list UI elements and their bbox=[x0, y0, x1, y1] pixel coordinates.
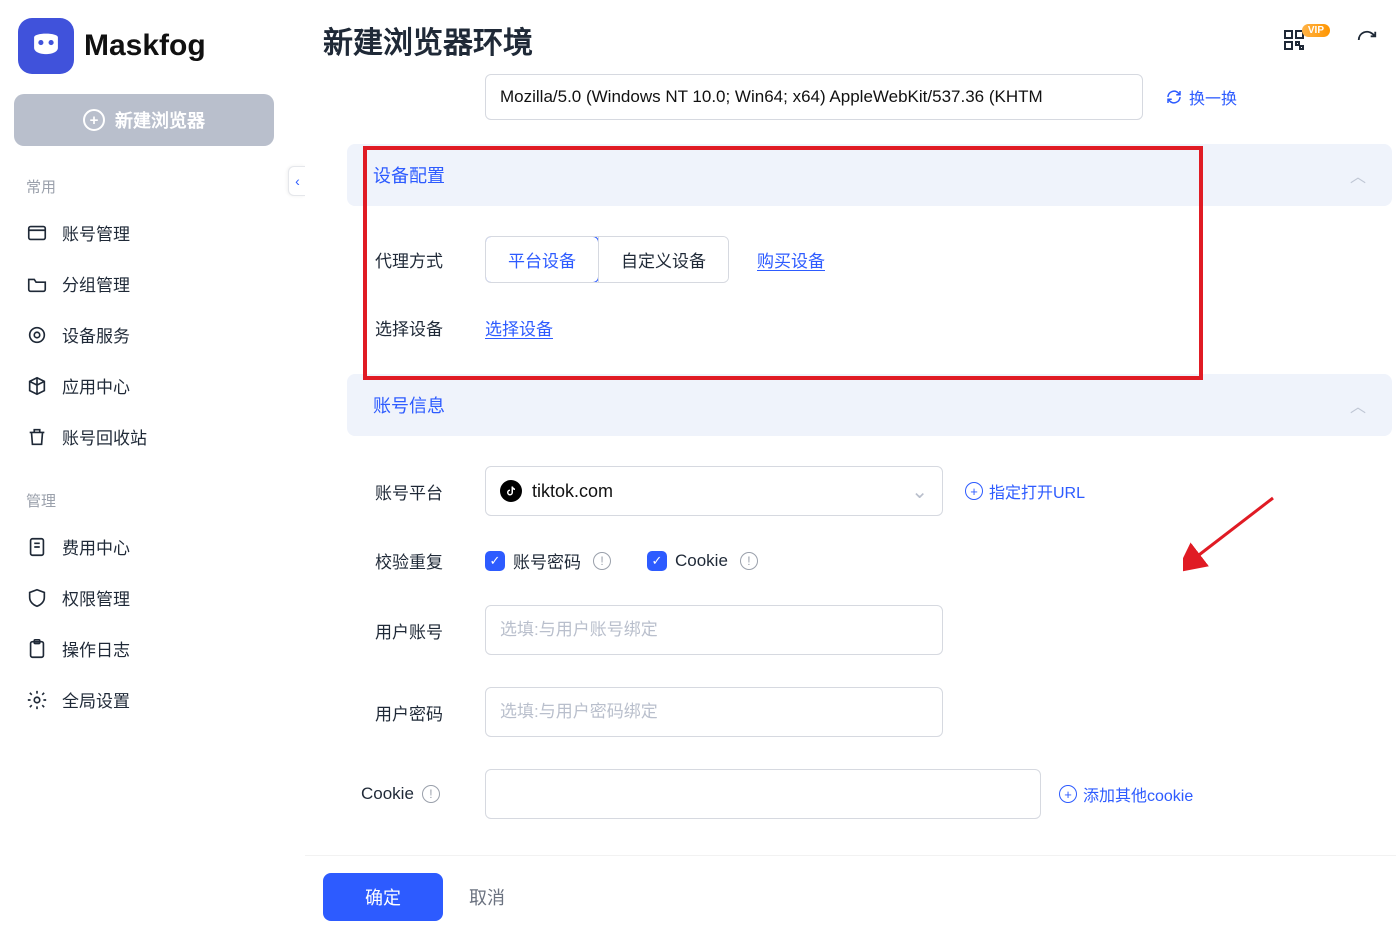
sidebar-item-accounts[interactable]: 账号管理 bbox=[14, 207, 291, 258]
select-device-row: 选择设备 选择设备 bbox=[375, 299, 1396, 356]
sidebar-item-permissions[interactable]: 权限管理 bbox=[14, 572, 291, 623]
sidebar-item-device[interactable]: 设备服务 bbox=[14, 309, 291, 360]
add-cookie-link[interactable]: + 添加其他cookie bbox=[1059, 782, 1193, 806]
user-password-input[interactable] bbox=[485, 687, 943, 737]
ua-refresh-link[interactable]: 换一换 bbox=[1165, 85, 1237, 109]
user-account-row: 用户账号 bbox=[375, 589, 1396, 671]
confirm-button[interactable]: 确定 bbox=[323, 873, 443, 921]
section-device-body: 代理方式 平台设备 自定义设备 购买设备 选择设备 选择设备 bbox=[323, 206, 1396, 366]
cancel-button[interactable]: 取消 bbox=[469, 884, 505, 910]
receipt-icon bbox=[26, 536, 48, 558]
platform-select[interactable]: tiktok.com ⌄ bbox=[485, 466, 943, 516]
check-account-password[interactable]: ✓ 账号密码 ! bbox=[485, 548, 611, 573]
user-account-input[interactable] bbox=[485, 605, 943, 655]
seg-platform-device[interactable]: 平台设备 bbox=[485, 236, 599, 283]
clipboard-icon bbox=[26, 638, 48, 660]
user-agent-input[interactable]: Mozilla/5.0 (Windows NT 10.0; Win64; x64… bbox=[485, 74, 1143, 120]
section-account-title: 账号信息 bbox=[373, 392, 445, 418]
location-icon bbox=[26, 324, 48, 346]
checkbox-checked-icon: ✓ bbox=[647, 551, 667, 571]
sidebar-collapse-toggle[interactable]: ‹ bbox=[288, 166, 306, 196]
section-device-title: 设备配置 bbox=[373, 162, 445, 188]
brand-name: Maskfog bbox=[84, 29, 206, 63]
sidebar: Maskfog + 新建浏览器 ‹ 常用 账号管理 分组管理 设备服务 应用中心… bbox=[0, 0, 305, 937]
check-cookie[interactable]: ✓ Cookie ! bbox=[647, 551, 758, 571]
vip-badge: VIP bbox=[1302, 24, 1330, 37]
select-device-link[interactable]: 选择设备 bbox=[485, 315, 553, 340]
cookie-row: Cookie ! + 添加其他cookie bbox=[361, 753, 1396, 827]
sidebar-item-logs[interactable]: 操作日志 bbox=[14, 623, 291, 674]
new-browser-label: 新建浏览器 bbox=[115, 107, 205, 133]
trash-icon bbox=[26, 426, 48, 448]
logo-row: Maskfog bbox=[14, 12, 291, 90]
sidebar-group-manage: 管理 bbox=[14, 484, 291, 521]
tiktok-icon bbox=[500, 480, 522, 502]
platform-row: 账号平台 tiktok.com ⌄ + 指定打开URL bbox=[375, 450, 1396, 532]
platform-label: 账号平台 bbox=[375, 479, 485, 504]
sidebar-item-recycle[interactable]: 账号回收站 bbox=[14, 411, 291, 462]
proxy-segmented: 平台设备 自定义设备 bbox=[485, 236, 729, 283]
plus-circle-icon: + bbox=[1059, 785, 1077, 803]
ua-row: Mozilla/5.0 (Windows NT 10.0; Win64; x64… bbox=[485, 64, 1396, 136]
folder-open-icon bbox=[26, 273, 48, 295]
chevron-up-icon: ︿ bbox=[1350, 393, 1366, 417]
content: Mozilla/5.0 (Windows NT 10.0; Win64; x64… bbox=[323, 64, 1396, 827]
proxy-row: 代理方式 平台设备 自定义设备 购买设备 bbox=[375, 220, 1396, 299]
chevron-left-icon: ‹ bbox=[295, 173, 300, 189]
cookie-label: Cookie ! bbox=[361, 784, 485, 804]
app-logo bbox=[18, 18, 74, 74]
page-title: 新建浏览器环境 bbox=[323, 18, 533, 62]
specify-url-link[interactable]: + 指定打开URL bbox=[965, 479, 1085, 503]
cookie-input[interactable] bbox=[485, 769, 1041, 819]
section-account-header[interactable]: 账号信息 ︿ bbox=[347, 374, 1392, 436]
sidebar-item-groups[interactable]: 分组管理 bbox=[14, 258, 291, 309]
plus-icon: + bbox=[83, 109, 105, 131]
refresh-header-button[interactable] bbox=[1356, 29, 1378, 51]
new-browser-button[interactable]: + 新建浏览器 bbox=[14, 94, 274, 146]
buy-device-link[interactable]: 购买设备 bbox=[757, 247, 825, 272]
main: 新建浏览器环境 VIP Mozilla/5.0 (Windows NT 10.0… bbox=[305, 0, 1396, 937]
checkbox-checked-icon: ✓ bbox=[485, 551, 505, 571]
seg-custom-device[interactable]: 自定义设备 bbox=[598, 237, 728, 282]
info-icon: ! bbox=[593, 552, 611, 570]
sidebar-group-common: 常用 bbox=[14, 170, 291, 207]
user-account-label: 用户账号 bbox=[375, 618, 485, 643]
section-device-header[interactable]: 设备配置 ︿ bbox=[347, 144, 1392, 206]
footer: 确定 取消 bbox=[305, 855, 1396, 937]
chevron-down-icon: ⌄ bbox=[911, 479, 928, 504]
folder-icon bbox=[26, 222, 48, 244]
refresh-icon bbox=[1165, 88, 1183, 106]
sidebar-item-settings[interactable]: 全局设置 bbox=[14, 674, 291, 725]
shield-icon bbox=[26, 587, 48, 609]
platform-value: tiktok.com bbox=[532, 481, 901, 502]
user-password-row: 用户密码 bbox=[375, 671, 1396, 753]
dup-check-label: 校验重复 bbox=[375, 548, 485, 573]
qr-button[interactable]: VIP bbox=[1282, 28, 1334, 52]
dup-check-row: 校验重复 ✓ 账号密码 ! ✓ Cookie ! bbox=[375, 532, 1396, 589]
refresh-icon bbox=[1356, 29, 1378, 51]
chevron-up-icon: ︿ bbox=[1350, 163, 1366, 187]
proxy-label: 代理方式 bbox=[375, 247, 485, 272]
plus-circle-icon: + bbox=[965, 482, 983, 500]
section-account-body: 账号平台 tiktok.com ⌄ + 指定打开URL 校验重复 ✓ 账号密码 bbox=[323, 436, 1396, 827]
info-icon: ! bbox=[422, 785, 440, 803]
sidebar-item-apps[interactable]: 应用中心 bbox=[14, 360, 291, 411]
header-actions: VIP bbox=[1282, 28, 1378, 52]
select-device-label: 选择设备 bbox=[375, 315, 485, 340]
page-header: 新建浏览器环境 VIP bbox=[305, 0, 1396, 70]
gear-icon bbox=[26, 689, 48, 711]
user-password-label: 用户密码 bbox=[375, 700, 485, 725]
cube-icon bbox=[26, 375, 48, 397]
info-icon: ! bbox=[740, 552, 758, 570]
sidebar-item-billing[interactable]: 费用中心 bbox=[14, 521, 291, 572]
